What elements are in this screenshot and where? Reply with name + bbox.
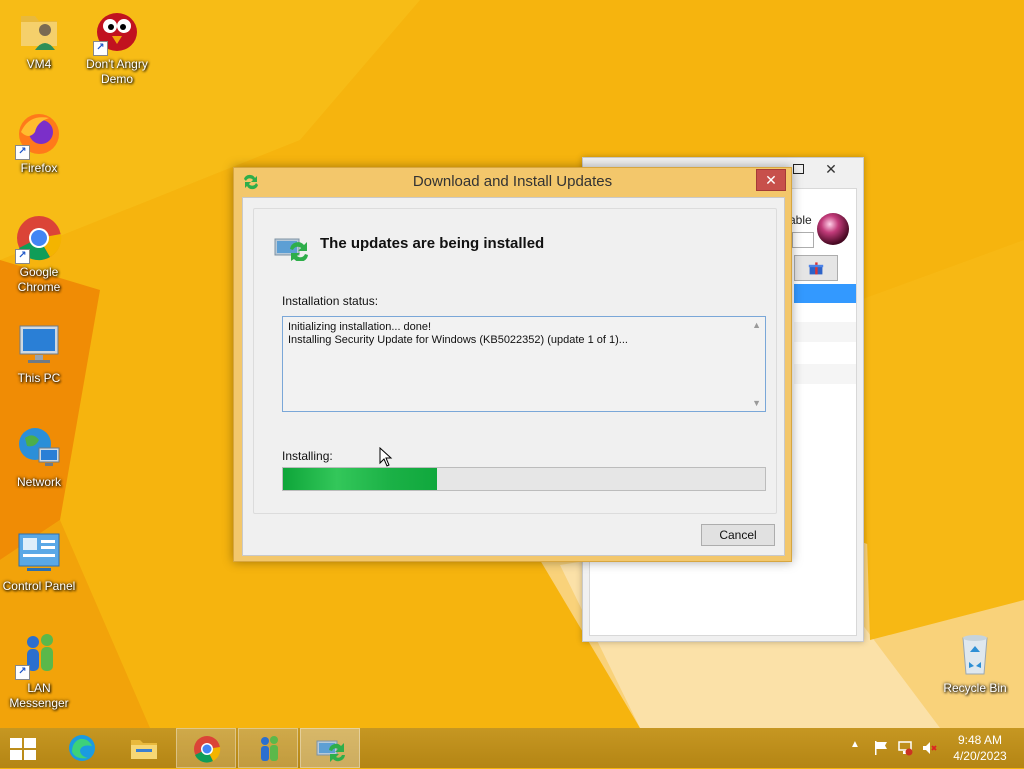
desktop-icon-this-pc[interactable]: This PC xyxy=(0,320,78,386)
desktop-icon-firefox[interactable]: ↗ Firefox xyxy=(0,110,78,176)
background-window-input[interactable] xyxy=(792,232,814,248)
taskbar-edge-button[interactable] xyxy=(52,728,112,768)
cancel-button[interactable]: Cancel xyxy=(701,524,775,546)
windows-logo-icon xyxy=(10,738,36,760)
desktop-icon-label: Network xyxy=(16,475,61,489)
dialog-client-area: The updates are being installed Installa… xyxy=(242,197,785,556)
desktop-icon-google-chrome[interactable]: ↗ Google Chrome xyxy=(0,214,78,295)
installing-label: Installing: xyxy=(282,449,333,463)
clock-time: 9:48 AM xyxy=(957,733,1003,747)
shortcut-arrow-icon: ↗ xyxy=(15,665,30,680)
dialog-heading: The updates are being installed xyxy=(320,235,545,252)
taskbar-clock[interactable]: 9:48 AM 4/20/2023 xyxy=(945,732,1015,764)
desktop[interactable]: VM4 ↗ Don't Angry Demo ↗ Firefox ↗ Googl… xyxy=(0,0,1024,728)
control-panel-icon xyxy=(15,528,63,576)
shortcut-arrow-icon: ↗ xyxy=(15,145,30,160)
dialog-title: Download and Install Updates xyxy=(412,173,613,190)
desktop-icon-control-panel[interactable]: Control Panel xyxy=(0,528,78,594)
desktop-icon-label: Google Chrome xyxy=(17,265,61,294)
lan-messenger-people-icon: ↗ xyxy=(15,630,63,680)
edge-icon xyxy=(69,735,95,761)
shortcut-arrow-icon: ↗ xyxy=(15,249,30,264)
desktop-icon-network[interactable]: Network xyxy=(0,424,78,490)
windows-update-icon xyxy=(316,740,345,762)
windows-update-install-icon xyxy=(274,238,308,261)
show-hidden-icons-button[interactable]: ▲ xyxy=(850,739,866,755)
background-window-list-row[interactable] xyxy=(794,364,856,384)
shortcut-arrow-icon: ↗ xyxy=(93,41,108,56)
download-install-updates-dialog[interactable]: Download and Install Updates ✕ The updat… xyxy=(233,167,792,562)
background-window-partial-label: able xyxy=(789,213,812,227)
folder-user-icon xyxy=(15,6,63,54)
desktop-icon-dont-angry-demo[interactable]: ↗ Don't Angry Demo xyxy=(78,6,156,87)
installation-status-label: Installation status: xyxy=(282,294,379,308)
gift-box-icon xyxy=(808,262,824,275)
chrome-icon xyxy=(194,736,221,763)
clock-date: 4/20/2023 xyxy=(953,749,1007,763)
background-window-list-row[interactable] xyxy=(794,322,856,342)
desktop-icon-vm4[interactable]: VM4 xyxy=(0,6,78,72)
dialog-titlebar[interactable]: Download and Install Updates ✕ xyxy=(234,168,791,196)
app-logo-ball-icon xyxy=(817,213,849,245)
network-globe-icon xyxy=(15,424,63,472)
desktop-icon-label: LAN Messenger xyxy=(9,681,69,710)
installation-status-textbox[interactable]: Initializing installation... done! Insta… xyxy=(282,316,766,412)
dialog-close-button[interactable]: ✕ xyxy=(756,169,786,191)
status-line: Installing Security Update for Windows (… xyxy=(288,334,628,346)
background-window-close-button[interactable]: ✕ xyxy=(808,159,854,179)
action-center-flag-icon[interactable] xyxy=(873,740,889,756)
taskbar-chrome-button[interactable] xyxy=(176,728,236,768)
mouse-cursor-icon xyxy=(379,447,393,467)
file-explorer-folder-icon xyxy=(131,740,157,759)
desktop-icon-lan-messenger[interactable]: ↗ LAN Messenger xyxy=(0,630,78,711)
angry-bird-icon: ↗ xyxy=(93,6,141,56)
desktop-icon-label: VM4 xyxy=(26,57,52,71)
taskbar: ▲ 9:48 AM 4/20/2023 xyxy=(0,728,1024,768)
taskbar-lan-messenger-button[interactable] xyxy=(238,728,298,768)
installation-progress-bar xyxy=(282,467,766,491)
recycle-bin-icon xyxy=(951,630,999,678)
desktop-icon-label: Don't Angry Demo xyxy=(86,57,148,86)
background-window-tool-button[interactable] xyxy=(794,255,838,281)
computer-monitor-icon xyxy=(15,320,63,368)
background-window-selected-row[interactable] xyxy=(794,284,856,303)
start-button[interactable] xyxy=(6,734,40,764)
taskbar-windows-update-button[interactable] xyxy=(300,728,360,768)
volume-muted-icon[interactable] xyxy=(921,740,937,756)
network-status-icon[interactable] xyxy=(897,740,913,756)
dialog-content-panel: The updates are being installed Installa… xyxy=(253,208,777,514)
maximize-icon[interactable] xyxy=(793,164,804,174)
progress-fill xyxy=(283,468,438,490)
firefox-icon: ↗ xyxy=(15,110,63,160)
status-line: Initializing installation... done! xyxy=(288,321,432,333)
lan-messenger-people-icon xyxy=(261,736,278,761)
desktop-icon-label: Recycle Bin xyxy=(943,681,1007,695)
taskbar-file-explorer-button[interactable] xyxy=(114,728,174,768)
scroll-up-arrow-icon[interactable]: ▲ xyxy=(752,320,761,330)
desktop-icon-label: This PC xyxy=(17,371,61,385)
desktop-icon-label: Control Panel xyxy=(2,579,76,593)
chrome-icon: ↗ xyxy=(15,214,63,264)
scroll-down-arrow-icon[interactable]: ▼ xyxy=(752,398,761,408)
desktop-icon-recycle-bin[interactable]: Recycle Bin xyxy=(936,630,1014,696)
desktop-icon-label: Firefox xyxy=(20,161,58,175)
